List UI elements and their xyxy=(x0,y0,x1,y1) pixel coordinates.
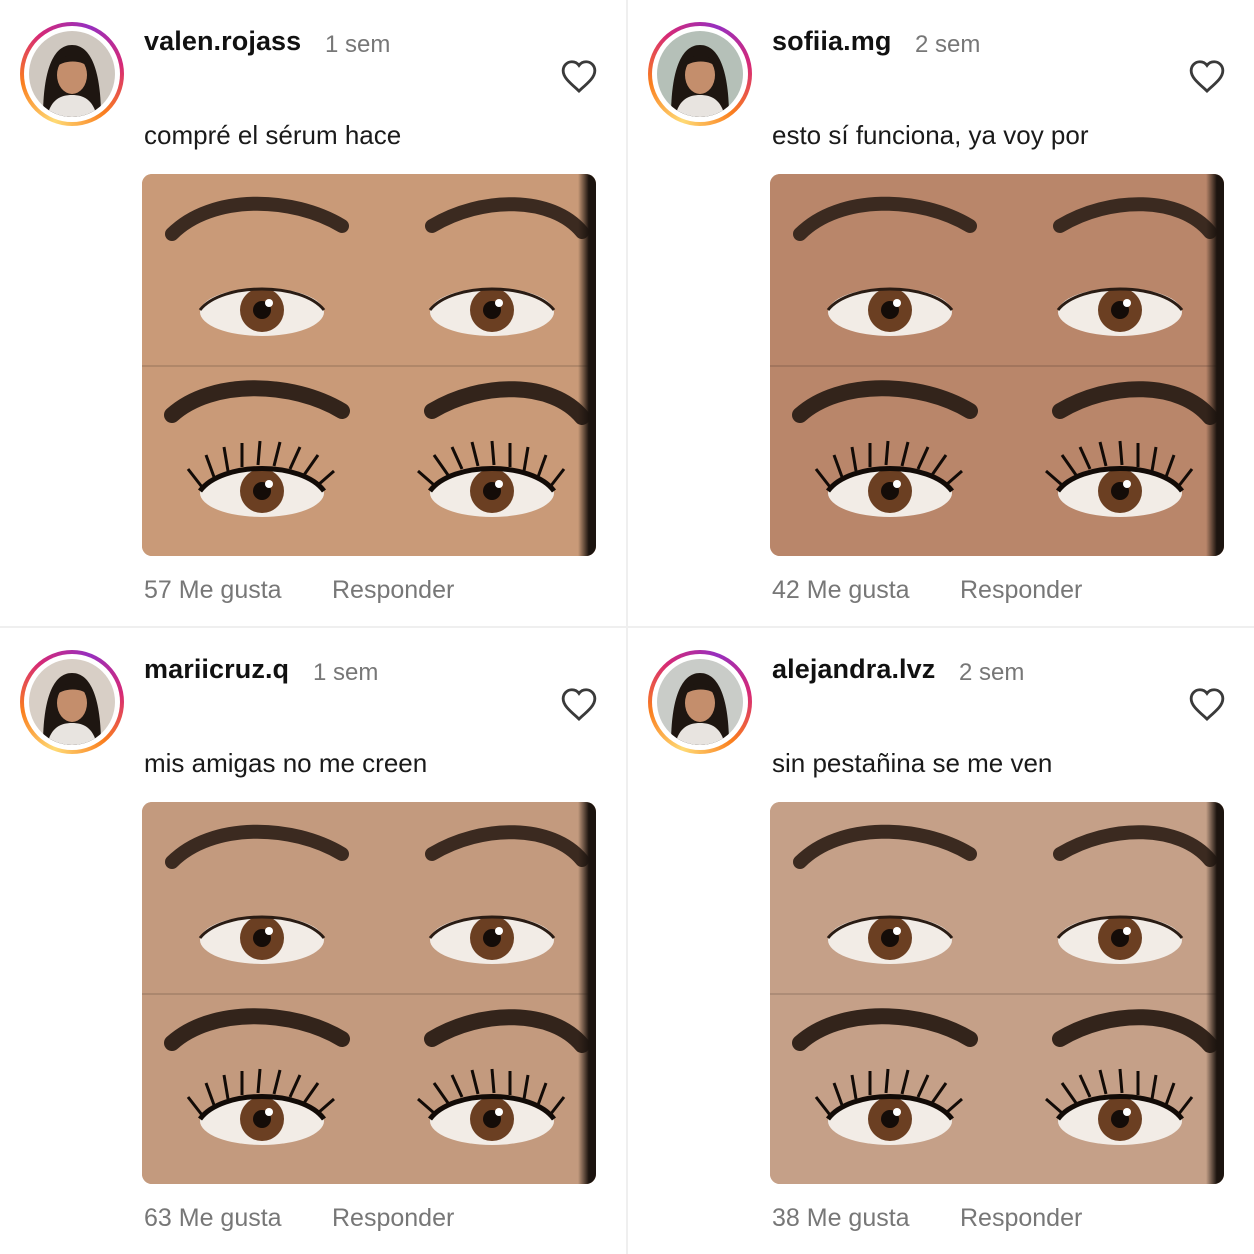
likes-count[interactable]: 38 Me gusta xyxy=(772,1204,910,1232)
eyes-after-image xyxy=(770,993,1224,1184)
reply-button[interactable]: Responder xyxy=(960,576,1082,605)
avatar-image xyxy=(657,31,743,117)
avatar-image xyxy=(29,659,115,745)
heart-icon[interactable] xyxy=(1188,58,1226,94)
avatar-story-ring[interactable] xyxy=(20,650,124,754)
username[interactable]: valen.rojass xyxy=(144,26,301,57)
timestamp: 1 sem xyxy=(325,31,391,58)
eyes-after-image xyxy=(142,365,596,556)
eyes-before-image xyxy=(770,802,1224,993)
eyes-before-image xyxy=(142,802,596,993)
avatar[interactable] xyxy=(29,31,115,117)
comment-line: compré el sérum hace xyxy=(144,120,402,150)
avatar-image xyxy=(29,31,115,117)
avatar-image xyxy=(657,659,743,745)
username[interactable]: mariicruz.q xyxy=(144,654,289,685)
heart-icon[interactable] xyxy=(560,686,598,722)
avatar-story-ring[interactable] xyxy=(648,650,752,754)
heart-icon[interactable] xyxy=(1188,686,1226,722)
reply-button[interactable]: Responder xyxy=(332,1204,454,1233)
comment-actions: 57 Me gusta Responder xyxy=(144,576,454,605)
before-after-photo[interactable] xyxy=(142,174,596,556)
avatar-story-ring[interactable] xyxy=(20,22,124,126)
eyes-before-image xyxy=(770,174,1224,365)
before-after-photo[interactable] xyxy=(142,802,596,1184)
avatar[interactable] xyxy=(657,659,743,745)
comment-card: valen.rojass 1 sem compré el sérum hace … xyxy=(0,0,626,626)
likes-count[interactable]: 57 Me gusta xyxy=(144,576,282,604)
comment-actions: 42 Me gusta Responder xyxy=(772,576,1082,605)
reply-button[interactable]: Responder xyxy=(960,1204,1082,1233)
eyes-after-image xyxy=(770,365,1224,556)
eyes-before-image xyxy=(142,174,596,365)
likes-count[interactable]: 63 Me gusta xyxy=(144,1204,282,1232)
comment-actions: 38 Me gusta Responder xyxy=(772,1204,1082,1233)
comment-card: sofiia.mg 2 sem esto sí funciona, ya voy… xyxy=(628,0,1254,626)
timestamp: 1 sem xyxy=(313,659,379,686)
likes-count[interactable]: 42 Me gusta xyxy=(772,576,910,604)
username[interactable]: sofiia.mg xyxy=(772,26,891,57)
comment-card: alejandra.lvz 2 sem sin pestañina se me … xyxy=(628,628,1254,1254)
comment-card: mariicruz.q 1 sem mis amigas no me creen… xyxy=(0,628,626,1254)
comment-line: esto sí funciona, ya voy por xyxy=(772,120,1089,150)
before-after-photo[interactable] xyxy=(770,174,1224,556)
reply-button[interactable]: Responder xyxy=(332,576,454,605)
timestamp: 2 sem xyxy=(959,659,1025,686)
eyes-after-image xyxy=(142,993,596,1184)
before-after-photo[interactable] xyxy=(770,802,1224,1184)
comment-actions: 63 Me gusta Responder xyxy=(144,1204,454,1233)
comment-line: sin pestañina se me ven xyxy=(772,748,1053,778)
avatar[interactable] xyxy=(657,31,743,117)
avatar[interactable] xyxy=(29,659,115,745)
avatar-story-ring[interactable] xyxy=(648,22,752,126)
comment-line: mis amigas no me creen xyxy=(144,748,428,778)
heart-icon[interactable] xyxy=(560,58,598,94)
timestamp: 2 sem xyxy=(915,31,981,58)
username[interactable]: alejandra.lvz xyxy=(772,654,935,685)
